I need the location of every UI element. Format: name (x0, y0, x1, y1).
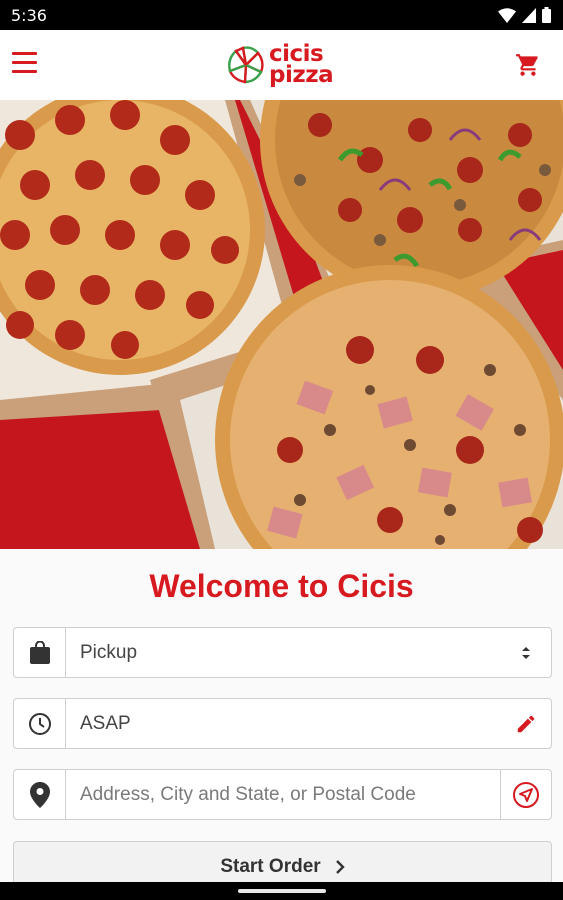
wifi-icon (498, 7, 516, 23)
cicis-logo[interactable]: cicis pizza (226, 42, 334, 88)
locate-me-button[interactable] (500, 770, 551, 819)
cell-signal-icon (522, 7, 536, 23)
clock-icon (28, 712, 51, 735)
pizza-pinwheel-logo-icon (228, 46, 264, 84)
status-icons (498, 6, 551, 24)
pizza-boxes-illustration (0, 100, 563, 549)
shopping-cart-icon (516, 54, 538, 76)
address-input-placeholder: Address, City and State, or Postal Code (80, 784, 416, 805)
hamburger-icon (12, 52, 37, 55)
order-type-value: Pickup (80, 642, 138, 663)
battery-icon (542, 7, 551, 23)
welcome-heading: Welcome to Cicis (149, 568, 414, 604)
home-gesture-handle[interactable] (238, 889, 326, 893)
edit-time-button[interactable] (500, 699, 551, 748)
logo-text-pizza: pizza (269, 62, 334, 88)
system-nav-bar (0, 882, 563, 900)
chevron-right-icon (335, 860, 345, 874)
shopping-bag-icon (29, 640, 50, 664)
menu-button[interactable] (12, 52, 38, 74)
app-screen: cicis pizza Welcome to Cicis Pickup ASAP… (0, 30, 563, 882)
order-type-select[interactable]: Pickup (13, 627, 552, 678)
status-bar: 5:36 (0, 0, 563, 30)
locate-me-icon (513, 781, 539, 808)
edit-pencil-icon (517, 715, 534, 732)
select-arrows-icon (521, 646, 530, 659)
cart-button[interactable] (515, 52, 541, 78)
location-pin-icon (29, 781, 50, 808)
order-time-value: ASAP (80, 713, 131, 734)
app-bar: cicis pizza (0, 30, 563, 100)
status-time: 5:36 (11, 6, 47, 25)
start-order-button[interactable]: Start Order (13, 841, 552, 882)
start-order-label: Start Order (220, 856, 321, 877)
address-field[interactable]: Address, City and State, or Postal Code (13, 769, 552, 820)
order-time-field[interactable]: ASAP (13, 698, 552, 749)
hero-pizza-image (0, 100, 563, 549)
